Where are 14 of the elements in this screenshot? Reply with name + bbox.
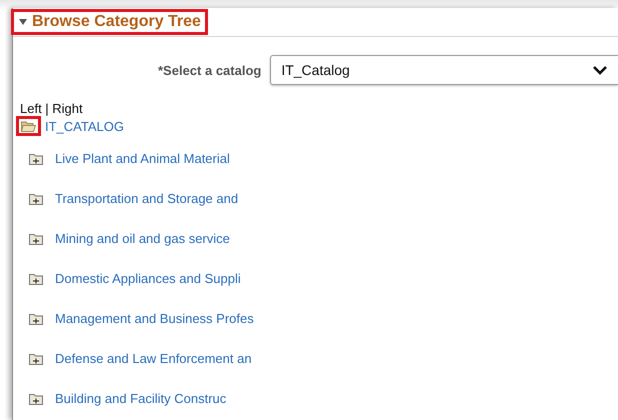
chevron-down-icon (592, 65, 608, 75)
view-links[interactable]: Left | Right (20, 101, 83, 116)
collapse-triangle-icon (18, 18, 28, 26)
field-label: *Select a catalog (158, 62, 262, 78)
tree-link[interactable]: Live Plant and Animal Material (55, 151, 230, 166)
tree-link[interactable]: Building and Facility Construc (55, 391, 226, 406)
tree-link[interactable]: Transportation and Storage and (55, 191, 238, 206)
tree-link[interactable]: Mining and oil and gas service (55, 231, 230, 246)
catalog-dropdown[interactable]: IT_Catalog (270, 55, 618, 85)
tree-link[interactable]: Domestic Appliances and Suppli (55, 271, 241, 286)
tree-link[interactable]: Defense and Law Enforcement an (55, 351, 252, 366)
tree-link[interactable]: Management and Business Profes (55, 311, 254, 326)
section-toggle[interactable]: Browse Category Tree (18, 13, 201, 31)
tree-link[interactable]: IT_CATALOG (45, 118, 124, 134)
